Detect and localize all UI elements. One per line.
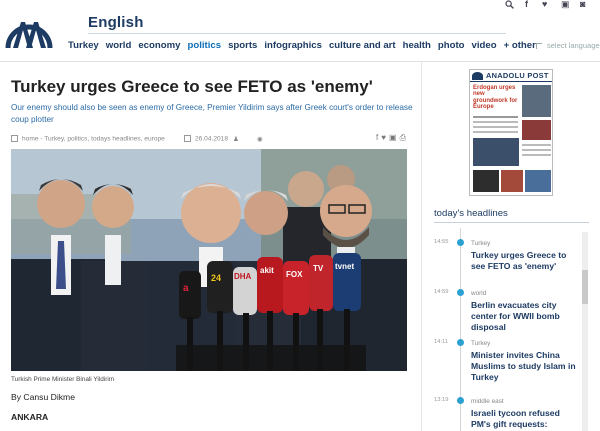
nav-item-economy[interactable]: economy <box>138 40 180 51</box>
main-nav: Turkey world economy politics sports inf… <box>68 40 543 51</box>
headline-time: 14:11 <box>434 339 449 345</box>
nav-item-video[interactable]: video <box>472 40 497 51</box>
article-dateline: ANKARA <box>11 412 49 422</box>
mic-label-akit: akit <box>260 266 274 275</box>
headline-category[interactable]: middle east <box>471 398 504 405</box>
edition-label[interactable]: English <box>88 14 144 31</box>
language-selector[interactable]: select language <box>536 41 600 50</box>
todays-headlines-title: today's headlines <box>434 208 508 219</box>
headline-category[interactable]: Turkey <box>471 340 490 347</box>
article-date-text: 26.04.2018 <box>195 135 229 143</box>
timeline-dot <box>457 289 464 296</box>
article-summary: Our enemy should also be seen as enemy o… <box>11 103 413 124</box>
nav-item-photo[interactable]: photo <box>438 40 465 51</box>
photo-caption: Turkish Prime Minister Binali Yildirim <box>11 376 115 383</box>
top-icons: f ♥ ▣ ◙ <box>500 0 600 9</box>
calendar-icon <box>184 135 191 142</box>
share-bar: f♥▣⎙ <box>376 133 409 143</box>
article-meta: home - Turkey, politics, todays headline… <box>11 133 411 145</box>
print-icon[interactable]: ⎙ <box>400 133 409 142</box>
mic-label-fox: FOX <box>286 270 303 279</box>
page: English Turkey world economy politics sp… <box>0 0 600 431</box>
nav-item-sports[interactable]: sports <box>228 40 257 51</box>
headline-link[interactable]: Turkey urges Greece to see FETO as 'enem… <box>471 250 579 272</box>
instagram-icon[interactable]: ◙ <box>580 0 585 9</box>
mic-label-tv: TV <box>313 264 324 273</box>
headlines-divider <box>434 222 589 223</box>
article-date: 26.04.2018 <box>184 135 228 142</box>
headline-link[interactable]: Israeli tycoon refused PM's gift request… <box>471 408 579 431</box>
twitter-icon[interactable]: ♥ <box>381 133 389 142</box>
aa-logo[interactable] <box>5 8 53 52</box>
nav-item-health[interactable]: health <box>403 40 431 51</box>
article-headline: Turkey urges Greece to see FETO as 'enem… <box>11 77 373 96</box>
headlines-scroll-thumb[interactable] <box>582 270 588 304</box>
headline-category[interactable]: world <box>471 290 486 297</box>
article-byline: By Cansu Dikme <box>11 392 75 402</box>
article-tags-text[interactable]: home - Turkey, politics, todays headline… <box>22 135 165 142</box>
views-icon: ◉ <box>257 136 263 143</box>
nav-item-turkey[interactable]: Turkey <box>68 40 99 51</box>
youtube-icon[interactable]: ▣ <box>561 0 570 9</box>
headline-link[interactable]: Berlin evacuates city center for WWII bo… <box>471 300 579 333</box>
edition-divider <box>88 33 506 34</box>
timeline-dot <box>457 339 464 346</box>
headlines-scrollbar[interactable] <box>582 232 588 431</box>
nav-item-other[interactable]: + other <box>504 40 536 51</box>
headline-time: 13:19 <box>434 397 449 403</box>
language-label: select language <box>547 41 600 50</box>
site-header: English Turkey world economy politics sp… <box>0 0 600 62</box>
tag-icon <box>11 135 18 142</box>
timeline-dot <box>457 239 464 246</box>
user-icon: ♟ <box>233 136 239 143</box>
timeline-dot <box>457 397 464 404</box>
mic-label-a: a <box>183 283 189 294</box>
headline-link[interactable]: Minister invites China Muslims to study … <box>471 350 579 383</box>
mic-label-dha: DHA <box>234 272 252 281</box>
epaper-thumbnail[interactable]: ANADOLU POST Erdogan urges new groundwor… <box>469 69 553 196</box>
headline-category[interactable]: Turkey <box>471 240 490 247</box>
flag-icon <box>536 43 542 50</box>
nav-item-world[interactable]: world <box>106 40 132 51</box>
mic-label-24: 24 <box>211 273 221 283</box>
headline-time: 14:59 <box>434 289 449 295</box>
headline-time: 14:55 <box>434 239 449 245</box>
twitter-icon[interactable]: ♥ <box>542 0 547 9</box>
nav-item-infographics[interactable]: infographics <box>264 40 322 51</box>
column-divider <box>421 62 422 431</box>
article-photo[interactable]: a 24 DHA akit FOX TV tvnet <box>11 149 407 371</box>
epaper-layout <box>473 85 551 192</box>
facebook-icon[interactable]: f <box>525 0 528 9</box>
nav-item-politics[interactable]: politics <box>187 40 221 51</box>
mic-label-tvnet: tvnet <box>335 262 354 271</box>
search-icon[interactable] <box>505 0 514 9</box>
nav-item-culture-and-art[interactable]: culture and art <box>329 40 396 51</box>
linkedin-icon[interactable]: ▣ <box>389 133 400 142</box>
article-tags: home - Turkey, politics, todays headline… <box>11 135 165 142</box>
